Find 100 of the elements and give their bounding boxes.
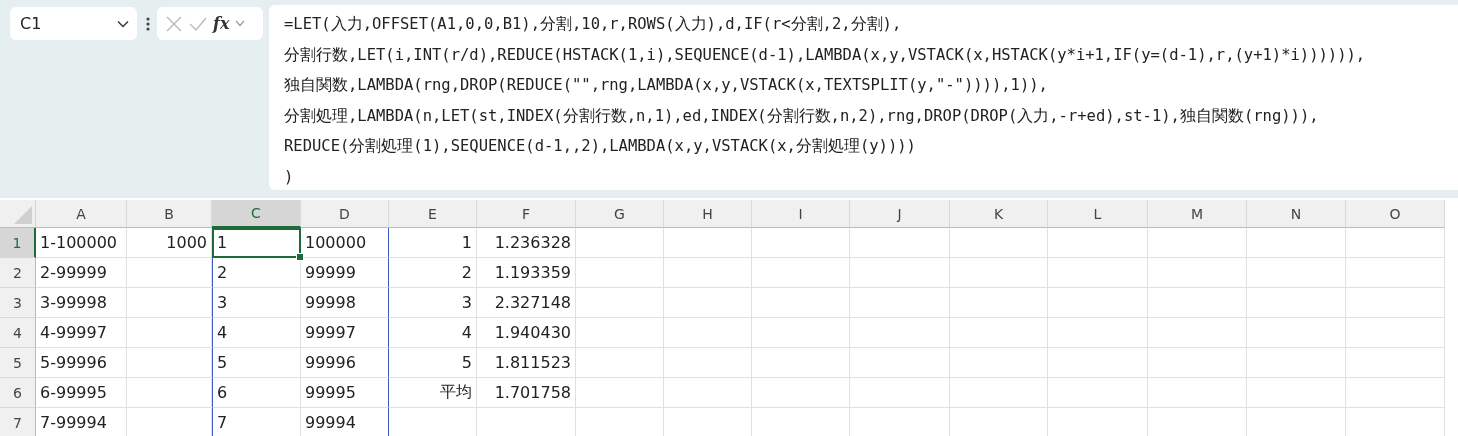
empty-cell[interactable] xyxy=(127,348,212,378)
table-cell[interactable]: 6-99995 xyxy=(36,378,127,408)
empty-cell[interactable] xyxy=(127,318,212,348)
empty-cell[interactable] xyxy=(1247,288,1346,318)
table-cell[interactable]: 4-99997 xyxy=(36,318,127,348)
empty-cell[interactable] xyxy=(1148,318,1247,348)
empty-cell[interactable] xyxy=(950,228,1048,258)
empty-cell[interactable] xyxy=(1148,228,1247,258)
table-cell[interactable]: 5 xyxy=(212,348,301,378)
select-all-icon[interactable] xyxy=(14,206,32,224)
empty-cell[interactable] xyxy=(664,228,752,258)
empty-cell[interactable] xyxy=(664,258,752,288)
table-cell[interactable]: 99998 xyxy=(301,288,389,318)
column-header[interactable]: K xyxy=(950,200,1048,228)
table-cell[interactable]: 7 xyxy=(212,408,301,436)
empty-cell[interactable] xyxy=(1048,348,1148,378)
empty-cell[interactable] xyxy=(1247,348,1346,378)
empty-cell[interactable] xyxy=(752,288,850,318)
empty-cell[interactable] xyxy=(127,288,212,318)
row-header[interactable]: 5 xyxy=(0,348,36,378)
row-header[interactable]: 3 xyxy=(0,288,36,318)
empty-cell[interactable] xyxy=(752,228,850,258)
empty-cell[interactable] xyxy=(950,378,1048,408)
row-header[interactable]: 4 xyxy=(0,318,36,348)
empty-cell[interactable] xyxy=(850,378,950,408)
table-cell[interactable]: 99995 xyxy=(301,378,389,408)
table-cell[interactable]: 2.327148 xyxy=(477,288,576,318)
table-cell[interactable]: 2 xyxy=(389,258,477,288)
row-header[interactable]: 1 xyxy=(0,228,36,258)
column-header[interactable]: C xyxy=(212,200,301,228)
table-cell[interactable]: 5 xyxy=(389,348,477,378)
table-cell[interactable]: 6 xyxy=(212,378,301,408)
empty-cell[interactable] xyxy=(850,348,950,378)
chevron-down-icon[interactable] xyxy=(235,20,246,27)
row-header[interactable]: 2 xyxy=(0,258,36,288)
column-header[interactable]: D xyxy=(301,200,389,228)
empty-cell[interactable] xyxy=(664,378,752,408)
empty-cell[interactable] xyxy=(1346,348,1445,378)
empty-cell[interactable] xyxy=(850,258,950,288)
table-cell[interactable]: 100000 xyxy=(301,228,389,258)
empty-cell[interactable] xyxy=(1048,318,1148,348)
column-header[interactable]: N xyxy=(1247,200,1346,228)
empty-cell[interactable] xyxy=(1148,288,1247,318)
column-header[interactable]: H xyxy=(664,200,752,228)
empty-cell[interactable] xyxy=(1247,378,1346,408)
empty-cell[interactable] xyxy=(752,258,850,288)
empty-cell[interactable] xyxy=(850,288,950,318)
table-cell[interactable]: 7-99994 xyxy=(36,408,127,436)
column-header[interactable]: G xyxy=(576,200,664,228)
empty-cell[interactable] xyxy=(576,348,664,378)
column-header[interactable]: O xyxy=(1346,200,1445,228)
empty-cell[interactable] xyxy=(127,258,212,288)
table-cell[interactable]: 5-99996 xyxy=(36,348,127,378)
table-cell[interactable]: 99997 xyxy=(301,318,389,348)
table-cell[interactable]: 1.811523 xyxy=(477,348,576,378)
name-box[interactable]: C1 xyxy=(10,7,137,40)
empty-cell[interactable] xyxy=(1247,258,1346,288)
column-header[interactable]: F xyxy=(477,200,576,228)
empty-cell[interactable] xyxy=(1148,348,1247,378)
empty-cell[interactable] xyxy=(950,288,1048,318)
table-cell[interactable]: 1 xyxy=(389,228,477,258)
table-cell[interactable]: 1.236328 xyxy=(477,228,576,258)
empty-cell[interactable] xyxy=(576,258,664,288)
table-cell[interactable]: 3-99998 xyxy=(36,288,127,318)
empty-cell[interactable] xyxy=(752,318,850,348)
empty-cell[interactable] xyxy=(576,288,664,318)
column-header[interactable]: M xyxy=(1148,200,1247,228)
row-header[interactable]: 7 xyxy=(0,408,36,436)
empty-cell[interactable] xyxy=(1048,258,1148,288)
table-cell[interactable]: 1 xyxy=(212,228,301,258)
empty-cell[interactable] xyxy=(850,318,950,348)
empty-cell[interactable] xyxy=(664,348,752,378)
table-cell[interactable]: 99996 xyxy=(301,348,389,378)
empty-cell[interactable] xyxy=(1148,378,1247,408)
empty-cell[interactable] xyxy=(1346,378,1445,408)
empty-cell[interactable] xyxy=(1148,258,1247,288)
table-cell[interactable]: 3 xyxy=(389,288,477,318)
table-cell[interactable]: 99999 xyxy=(301,258,389,288)
empty-cell[interactable] xyxy=(1247,318,1346,348)
column-header[interactable]: I xyxy=(752,200,850,228)
table-cell[interactable]: 1.940430 xyxy=(477,318,576,348)
column-header[interactable]: B xyxy=(127,200,212,228)
empty-cell[interactable] xyxy=(1048,288,1148,318)
table-cell[interactable]: 1000 xyxy=(127,228,212,258)
empty-cell[interactable] xyxy=(1048,228,1148,258)
empty-cell[interactable] xyxy=(850,228,950,258)
table-cell[interactable]: 4 xyxy=(389,318,477,348)
empty-cell[interactable] xyxy=(1346,258,1445,288)
empty-cell[interactable] xyxy=(1346,318,1445,348)
empty-cell[interactable] xyxy=(950,348,1048,378)
empty-cell[interactable] xyxy=(576,228,664,258)
empty-cell[interactable] xyxy=(950,258,1048,288)
empty-cell[interactable] xyxy=(752,378,850,408)
fill-handle[interactable] xyxy=(296,253,304,261)
column-header[interactable]: L xyxy=(1048,200,1148,228)
cancel-icon[interactable] xyxy=(165,14,183,33)
table-cell[interactable]: 1-100000 xyxy=(36,228,127,258)
empty-cell[interactable] xyxy=(1346,228,1445,258)
table-cell[interactable]: 3 xyxy=(212,288,301,318)
column-header[interactable]: E xyxy=(389,200,477,228)
